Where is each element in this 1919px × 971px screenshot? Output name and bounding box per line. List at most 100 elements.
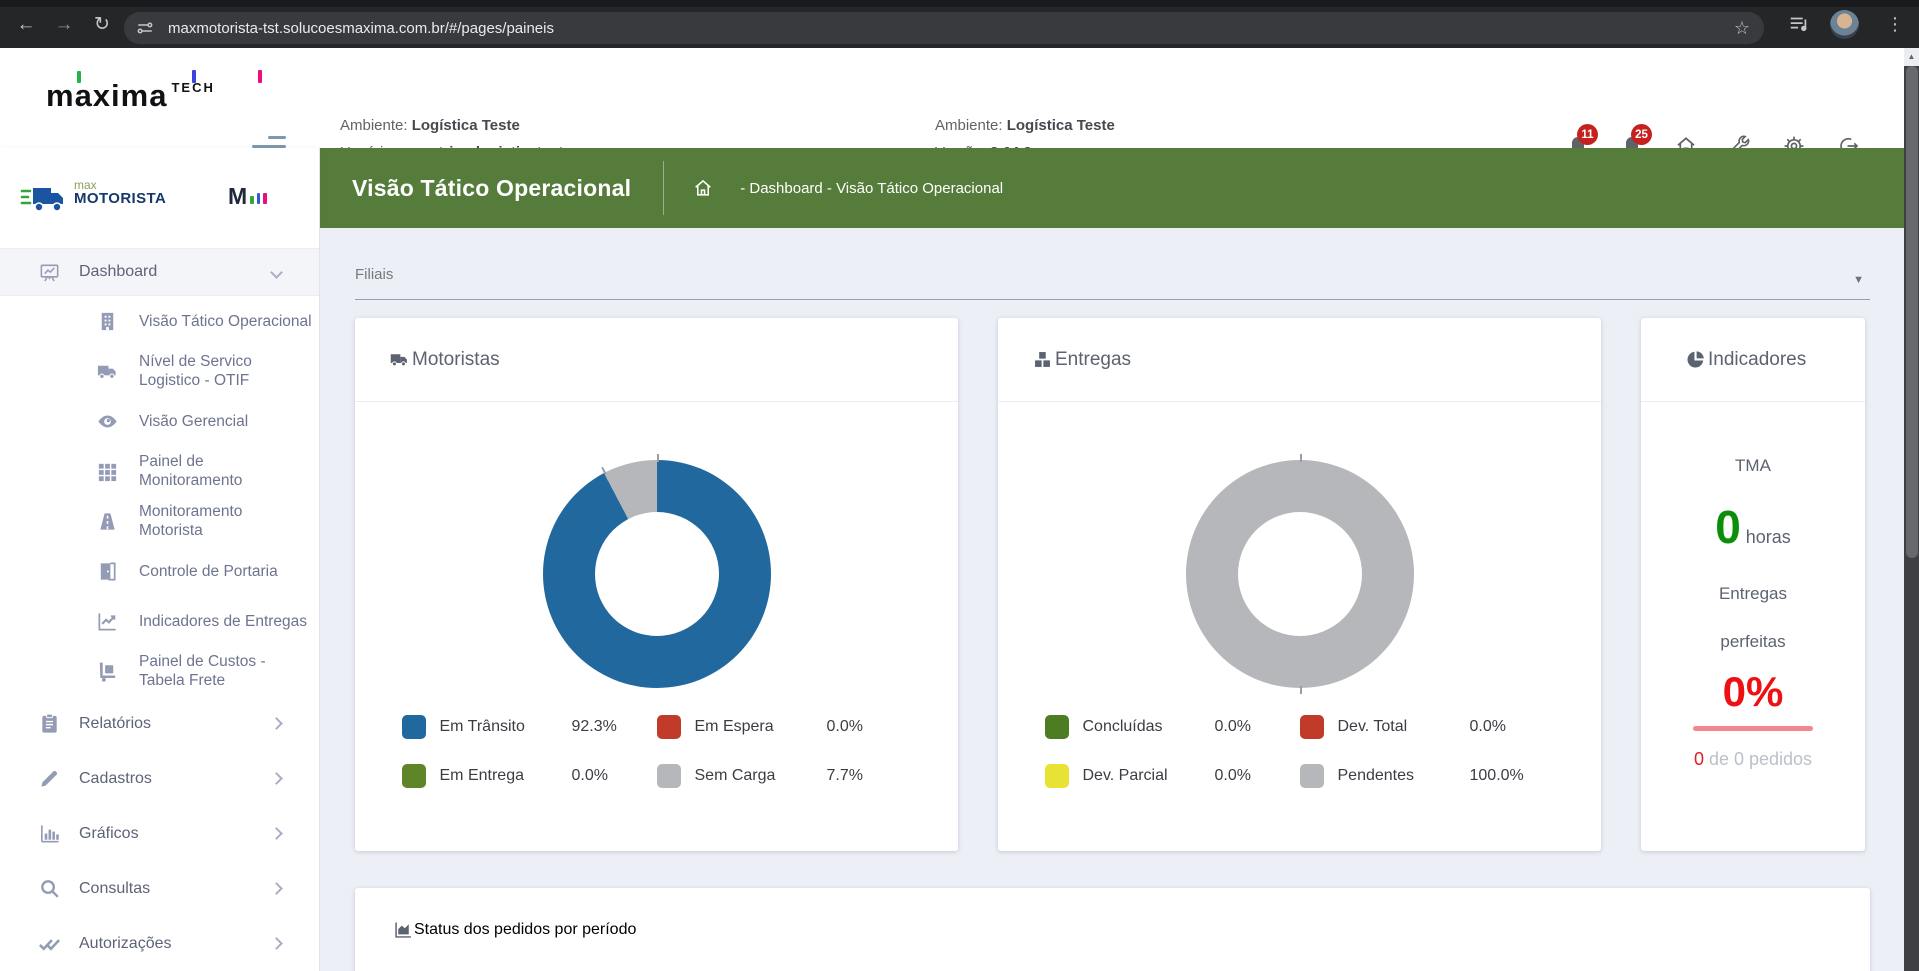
legend-swatch	[1045, 715, 1069, 739]
legend-item-sem-carga[interactable]: Sem Carga 7.7%	[657, 764, 912, 788]
perfect-deliveries-value: 0%	[1641, 668, 1865, 716]
sidebar-item-cadastros[interactable]: Cadastros	[0, 751, 319, 806]
sidebar-item-dashboard[interactable]: Dashboard	[0, 248, 319, 296]
chevron-right-icon	[270, 937, 283, 950]
browser-menu-icon[interactable]: ⋮	[1886, 12, 1904, 36]
legend-swatch	[402, 764, 426, 788]
forward-icon[interactable]: →	[52, 14, 76, 38]
legend-swatch	[1045, 764, 1069, 788]
profile-avatar[interactable]	[1830, 10, 1859, 39]
alerts-badge: 25	[1631, 124, 1652, 145]
indicadores-title: Indicadores	[1708, 349, 1806, 371]
url-text[interactable]: maxmotorista-tst.solucoesmaxima.com.br/#…	[168, 20, 1734, 37]
app-header: maximaTECH Ambiente: Logística Teste Usu…	[0, 48, 1919, 148]
maxmotorista-truck-icon	[20, 181, 68, 217]
chevron-down-icon	[270, 266, 283, 279]
logo-motorista-label: MOTORISTA	[74, 192, 166, 206]
dashboard-icon	[38, 261, 61, 284]
environment-value: Logística Teste	[412, 117, 520, 134]
sidebar-item-painel-de-monitoramento[interactable]: Painel deMonitoramento	[0, 446, 319, 496]
bar-chart-icon	[38, 822, 61, 845]
logo-tick-blue	[192, 70, 196, 83]
window-frame	[0, 0, 1919, 7]
entregas-legend: Concluídas 0.0% Dev. Total 0.0% Dev. Par…	[998, 715, 1601, 788]
legend-item-em-transito[interactable]: Em Trânsito 92.3%	[402, 715, 657, 739]
entregas-card: Entregas Concluídas 0.0% Dev. Total	[998, 318, 1601, 851]
sidebar-item-controle-de-portaria[interactable]: Controle de Portaria	[0, 546, 319, 596]
chevron-right-icon	[270, 772, 283, 785]
legend-item-pendentes[interactable]: Pendentes 100.0%	[1300, 764, 1555, 788]
indicadores-card-header: Indicadores	[1641, 318, 1865, 402]
entregas-card-header: Entregas	[998, 318, 1601, 402]
motoristas-donut-chart[interactable]	[543, 460, 771, 688]
page-scrollbar[interactable]: ▲	[1904, 48, 1919, 971]
legend-item-concluidas[interactable]: Concluídas 0.0%	[1045, 715, 1300, 739]
legend-swatch	[402, 715, 426, 739]
sidebar-item-autorizacoes[interactable]: Autorizações	[0, 916, 319, 971]
entregas-title: Entregas	[1055, 349, 1131, 371]
clipboard-icon	[38, 712, 61, 735]
status-pedidos-header: Status dos pedidos por período	[355, 888, 1870, 971]
dropdown-arrow-icon: ▼	[1853, 274, 1864, 286]
bookmark-star-icon[interactable]: ☆	[1734, 18, 1750, 39]
notifications-badge: 11	[1577, 124, 1598, 145]
motoristas-card: Motoristas Em Trânsito 92.3%	[355, 318, 958, 851]
search-icon	[38, 877, 61, 900]
site-settings-icon[interactable]	[136, 19, 154, 37]
road-icon	[96, 510, 119, 533]
legend-item-em-entrega[interactable]: Em Entrega 0.0%	[402, 764, 657, 788]
chevron-right-icon	[270, 717, 283, 730]
perfect-deliveries-label-1: Entregas	[1641, 584, 1865, 604]
sidebar-item-graficos[interactable]: Gráficos	[0, 806, 319, 861]
perfect-deliveries-underline	[1693, 726, 1813, 731]
door-icon	[96, 560, 119, 583]
status-pedidos-title: Status dos pedidos por período	[414, 921, 636, 939]
title-divider	[663, 161, 664, 215]
back-icon[interactable]: ←	[14, 14, 38, 38]
reading-list-icon[interactable]	[1788, 13, 1810, 35]
sidebar-item-indicadores-de-entregas[interactable]: Indicadores de Entregas	[0, 596, 319, 646]
eye-icon	[96, 410, 119, 433]
sidebar-item-visao-tatico-operacional[interactable]: Visão Tático Operacional	[0, 296, 319, 346]
chart-line-icon	[96, 610, 119, 633]
dolly-icon	[96, 660, 119, 683]
chevron-right-icon	[270, 827, 283, 840]
address-bar[interactable]: maxmotorista-tst.solucoesmaxima.com.br/#…	[124, 12, 1764, 44]
donut-hole	[1238, 512, 1362, 636]
legend-item-em-espera[interactable]: Em Espera 0.0%	[657, 715, 912, 739]
scroll-up-arrow[interactable]: ▲	[1904, 48, 1919, 66]
entregas-donut-chart[interactable]	[1186, 460, 1414, 688]
browser-toolbar: ← → ↻ maxmotorista-tst.solucoesmaxima.co…	[0, 0, 1919, 48]
page-title: Visão Tático Operacional	[352, 175, 631, 202]
chevron-right-icon	[270, 882, 283, 895]
building-icon	[96, 310, 119, 333]
filiais-select[interactable]: Filiais ▼	[355, 266, 1870, 300]
logo-word: maxima	[46, 78, 167, 113]
truck-icon	[389, 349, 410, 370]
sidebar: max MOTORISTA M Dashboard Visão Tático O…	[0, 148, 320, 971]
legend-item-dev-parcial[interactable]: Dev. Parcial 0.0%	[1045, 764, 1300, 788]
breadcrumb-home-icon[interactable]	[692, 177, 714, 199]
logo-tick-pink	[258, 70, 262, 83]
logo-tick-green	[77, 71, 81, 83]
status-pedidos-card: Status dos pedidos por período	[355, 888, 1870, 971]
legend-swatch	[657, 764, 681, 788]
legend-swatch	[1300, 764, 1324, 788]
donut-hole	[595, 512, 719, 636]
sidebar-item-monitoramento-motorista[interactable]: MonitoramentoMotorista	[0, 496, 319, 546]
main-content: Filiais ▼ Motoristas	[320, 228, 1904, 971]
sidebar-item-relatorios[interactable]: Relatórios	[0, 696, 319, 751]
breadcrumb: - Dashboard - Visão Tático Operacional	[740, 180, 1003, 197]
sidebar-item-consultas[interactable]: Consultas	[0, 861, 319, 916]
motoristas-card-header: Motoristas	[355, 318, 958, 402]
sidebar-item-painel-de-custos-tabela-frete[interactable]: Painel de Custos -Tabela Frete	[0, 646, 319, 696]
motoristas-title: Motoristas	[412, 349, 500, 371]
pie-chart-icon	[1685, 349, 1706, 370]
reload-icon[interactable]: ↻	[90, 14, 114, 38]
sidebar-item-visao-gerencial[interactable]: Visão Gerencial	[0, 396, 319, 446]
sidebar-item-nivel-de-servico-otif[interactable]: Nível de ServicoLogistico - OTIF	[0, 346, 319, 396]
truck-icon	[96, 360, 119, 383]
legend-item-dev-total[interactable]: Dev. Total 0.0%	[1300, 715, 1555, 739]
scrollbar-thumb[interactable]	[1906, 66, 1918, 558]
pencil-icon	[38, 767, 61, 790]
